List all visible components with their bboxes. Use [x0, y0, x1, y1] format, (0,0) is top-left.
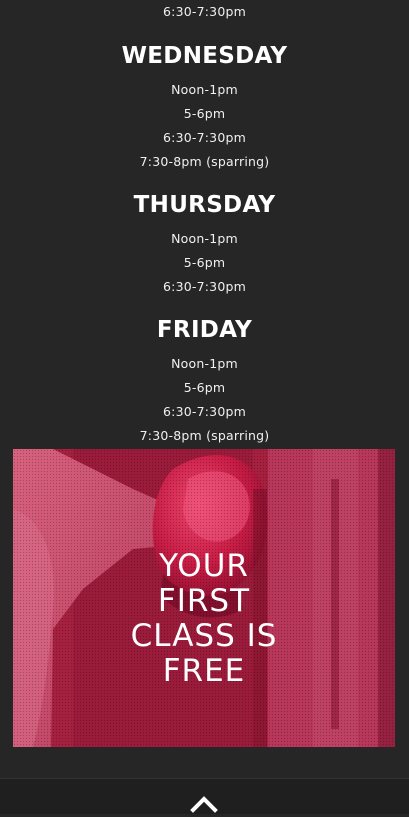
back-to-top-button[interactable]: [190, 795, 218, 813]
schedule-time: 6:30-7:30pm: [163, 404, 246, 419]
free-class-promo-banner[interactable]: YOUR FIRST CLASS IS FREE: [13, 449, 395, 747]
promo-line: YOUR: [159, 548, 249, 584]
schedule-time: 7:30-8pm (sparring): [139, 428, 270, 443]
schedule-time: Noon-1pm: [171, 356, 238, 371]
schedule-time: Noon-1pm: [171, 82, 238, 97]
schedule-time: 7:30-8pm (sparring): [139, 154, 270, 169]
schedule-time: 5-6pm: [183, 255, 226, 270]
schedule-time: 5-6pm: [183, 380, 226, 395]
promo-headline: YOUR FIRST CLASS IS FREE: [13, 549, 395, 689]
schedule-time: 6:30-7:30pm: [163, 279, 246, 294]
promo-line: CLASS IS: [130, 618, 278, 654]
page-footer: [0, 778, 409, 814]
day-heading-wednesday: WEDNESDAY: [121, 43, 288, 69]
day-heading-friday: FRIDAY: [156, 317, 253, 343]
schedule-time: 6:30-7:30pm: [163, 130, 246, 145]
schedule-time: Noon-1pm: [171, 231, 238, 246]
promo-line: FIRST: [157, 583, 251, 619]
promo-line: FREE: [162, 653, 246, 689]
schedule-time: 6:30-7:30pm: [163, 4, 246, 19]
schedule-time: 5-6pm: [183, 106, 226, 121]
day-heading-thursday: THURSDAY: [133, 192, 276, 218]
chevron-up-icon: [190, 796, 218, 813]
